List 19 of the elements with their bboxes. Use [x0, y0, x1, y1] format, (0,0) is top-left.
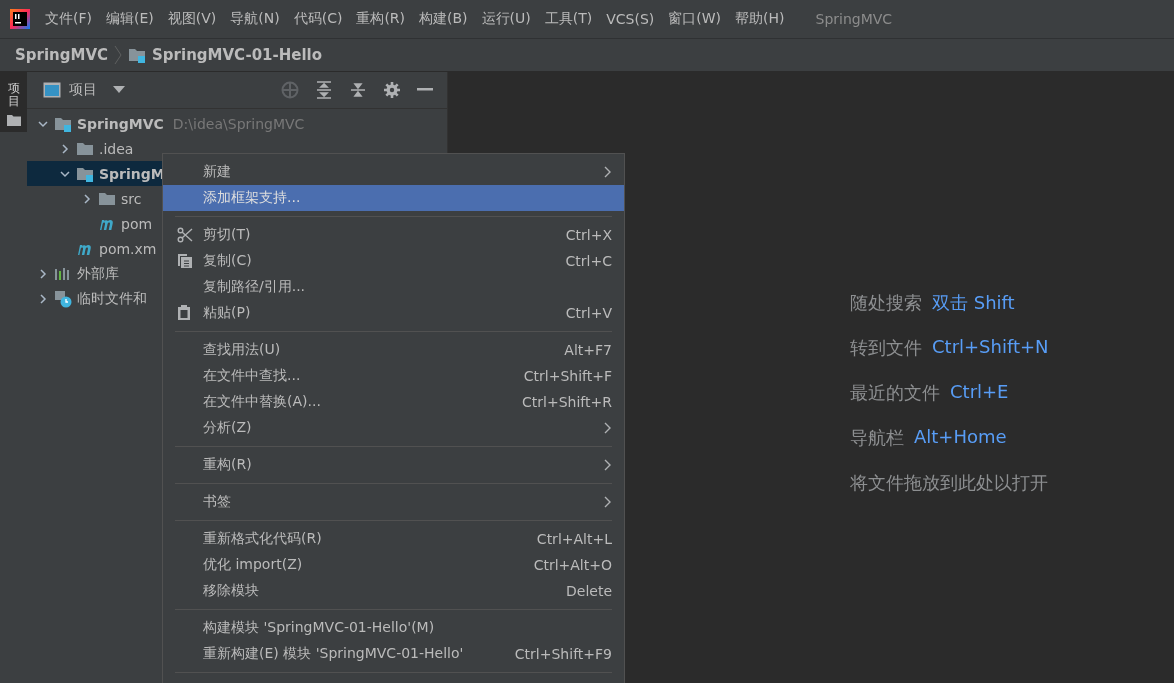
hint-label: 最近的文件	[850, 380, 940, 405]
tree-item-label: .idea	[99, 140, 134, 157]
hint-label: 导航栏	[850, 425, 904, 450]
hint-shortcut: Alt+Home	[914, 425, 1007, 449]
tree-item-label: pom	[121, 215, 153, 232]
tree-item-label: src	[121, 190, 142, 207]
window-title: SpringMVC	[815, 11, 893, 27]
tree-item-label: SpringMVC	[77, 115, 164, 132]
path-text: D:\idea\SpringMVC	[172, 115, 305, 132]
hint-shortcut: Ctrl+Shift+N	[932, 335, 1049, 359]
hint-label: 随处搜索	[850, 290, 922, 315]
hint-label: 转到文件	[850, 335, 922, 360]
tree-item-label: SpringM	[99, 165, 165, 182]
hint-label: 将文件拖放到此处以打开	[850, 470, 1048, 495]
tree-item-label: 临时文件和	[77, 289, 147, 308]
hint-shortcut: Ctrl+E	[950, 380, 1009, 404]
tree-item-label: pom.xm	[99, 240, 157, 257]
hint-shortcut: 双击 Shift	[932, 290, 1015, 315]
tree-item-label: 外部库	[77, 264, 119, 283]
